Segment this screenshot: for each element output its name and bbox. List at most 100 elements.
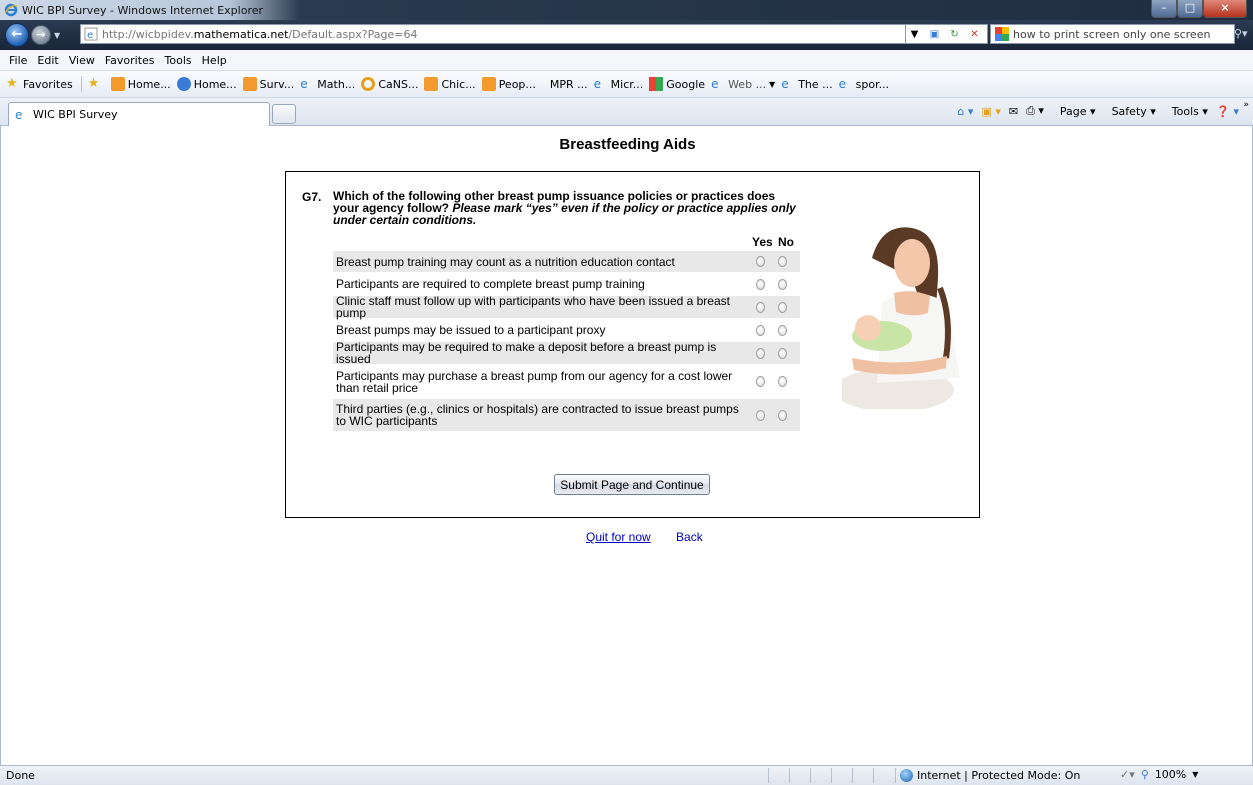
address-field[interactable]: e http://wicbpidev.mathematica.net/Defau… [80, 24, 930, 44]
favorites-bar: ★ Favorites ★ Home... Home... Surv... eM… [0, 71, 1253, 98]
question-text: Which of the following other breast pump… [333, 190, 803, 226]
ie-page-icon: e [300, 77, 308, 91]
protected-mode-icon[interactable]: ✓▾ [1120, 768, 1135, 781]
no-radio[interactable] [778, 256, 787, 267]
chevron-down-icon: ▼ [1192, 770, 1199, 779]
row-label: Breast pump training may count as a nutr… [336, 254, 675, 269]
ie-page-icon: e [15, 107, 23, 122]
favorite-item-cans[interactable]: CaNS... [361, 77, 418, 91]
tab-wic-bpi-survey[interactable]: e WIC BPI Survey [8, 102, 270, 126]
new-tab-button[interactable] [272, 104, 296, 124]
safety-menu[interactable]: Safety ▾ [1104, 105, 1156, 118]
no-radio[interactable] [778, 409, 787, 421]
page-title: Breastfeeding Aids [559, 136, 696, 153]
favorite-item-peop[interactable]: Peop... [481, 77, 536, 91]
table-row: Participants may purchase a breast pump … [333, 364, 800, 399]
table-row: Third parties (e.g., clinics or hospital… [333, 399, 800, 431]
question-number: G7. [302, 190, 322, 204]
recent-pages-dropdown-icon[interactable]: ▼ [54, 31, 60, 40]
zoom-level: 100% [1154, 768, 1187, 781]
no-radio[interactable] [778, 324, 787, 336]
globe-link-icon [176, 77, 191, 91]
no-radio[interactable] [778, 278, 787, 290]
page-menu[interactable]: Page ▾ [1052, 105, 1096, 118]
breastfeeding-mother-photo [842, 218, 968, 409]
back-link[interactable]: Back [676, 530, 703, 544]
help-icon[interactable]: ❓ ▾ [1216, 105, 1239, 118]
favorite-item-math[interactable]: e Math... [300, 77, 355, 91]
favorite-item-surv[interactable]: Surv... [242, 77, 294, 91]
favorite-item-mpr[interactable]: MPR ... [550, 78, 588, 91]
no-radio[interactable] [778, 347, 787, 359]
tab-bar: e WIC BPI Survey ⌂ ▾ ▣ ▾ ✉ ⎙ ▾ Page ▾ Sa… [0, 98, 1253, 126]
minimize-button[interactable]: – [1151, 0, 1177, 18]
yes-radio[interactable] [756, 347, 765, 359]
yes-radio[interactable] [756, 301, 765, 313]
tools-menu[interactable]: Tools ▾ [1164, 105, 1208, 118]
favorite-item-home-1[interactable]: Home... [110, 77, 171, 91]
favorite-item-google[interactable]: Google [649, 77, 705, 91]
yes-radio[interactable] [756, 324, 765, 336]
menu-favorites[interactable]: Favorites [105, 54, 155, 67]
no-radio[interactable] [778, 301, 787, 313]
table-row: Breast pump training may count as a nutr… [333, 251, 800, 272]
table-row: Participants are required to complete br… [333, 272, 800, 296]
table-row: Breast pumps may be issued to a particip… [333, 318, 800, 342]
globe-icon [900, 769, 913, 782]
stop-icon[interactable]: ✕ [966, 29, 983, 40]
menu-view[interactable]: View [69, 54, 95, 67]
web-slice-icon [110, 77, 125, 91]
maximize-button[interactable]: □ [1177, 0, 1203, 18]
refresh-icon[interactable]: ↻ [946, 29, 963, 40]
yes-radio[interactable] [756, 376, 765, 387]
back-arrow-icon[interactable]: ← [5, 23, 29, 47]
home-icon[interactable]: ⌂ ▾ [957, 105, 973, 118]
column-header-no: No [778, 235, 794, 249]
favorite-item-the[interactable]: e The ... [781, 77, 832, 91]
window-title-bar: WIC BPI Survey - Windows Internet Explor… [0, 0, 1253, 20]
menu-help[interactable]: Help [202, 54, 227, 67]
favorite-item-web[interactable]: e Web ... ▼ [711, 77, 775, 91]
menu-bar: File Edit View Favorites Tools Help [0, 50, 1253, 71]
command-bar: ⌂ ▾ ▣ ▾ ✉ ⎙ ▾ Page ▾ Safety ▾ Tools ▾ ❓ … [949, 100, 1249, 118]
favorite-item-chic[interactable]: Chic... [424, 77, 476, 91]
menu-edit[interactable]: Edit [37, 54, 58, 67]
feeds-icon[interactable]: ▣ ▾ [981, 105, 1000, 118]
search-icon[interactable]: ⚲▾ [1234, 27, 1248, 40]
menu-file[interactable]: File [9, 54, 27, 67]
chevron-down-icon: ▼ [769, 79, 776, 89]
row-label: Clinic staff must follow up with partici… [336, 294, 730, 320]
add-favorite-icon: ★ [87, 76, 100, 91]
window-controls: – □ × [1151, 0, 1247, 18]
compatibility-view-icon[interactable]: ▣ [926, 29, 943, 40]
mail-icon[interactable]: ✉ [1009, 105, 1018, 118]
google-icon [995, 27, 1009, 41]
window-title: WIC BPI Survey - Windows Internet Explor… [22, 3, 264, 17]
close-window-button[interactable]: × [1203, 0, 1247, 18]
favorite-item-micr[interactable]: e Micr... [594, 77, 644, 91]
submit-button[interactable]: Submit Page and Continue [554, 474, 710, 495]
zoom-control[interactable]: ✓▾ ⚲ 100% ▼ [1120, 768, 1198, 781]
menu-tools[interactable]: Tools [165, 54, 192, 67]
google-icon [649, 77, 664, 91]
yes-radio[interactable] [756, 256, 765, 267]
favorites-button[interactable]: ★ Favorites [6, 77, 73, 91]
favorite-item-spor[interactable]: e spor... [839, 77, 889, 91]
search-input[interactable]: how to print screen only one screen [990, 24, 1235, 44]
row-label: Third parties (e.g., clinics or hospital… [336, 402, 739, 428]
yes-radio[interactable] [756, 409, 765, 421]
favorite-item-home-2[interactable]: Home... [176, 77, 237, 91]
quit-for-now-link[interactable]: Quit for now [586, 530, 651, 544]
row-label: Participants may purchase a breast pump … [336, 368, 733, 395]
yes-radio[interactable] [756, 278, 765, 290]
dropdown-arrow-icon[interactable]: ▼ [906, 29, 923, 40]
internet-explorer-icon [4, 3, 18, 17]
security-zone[interactable]: Internet | Protected Mode: On [895, 768, 1080, 783]
forward-arrow-icon[interactable]: → [31, 25, 51, 45]
separator [80, 76, 82, 92]
add-to-favorites-bar-icon[interactable]: ★ [88, 77, 105, 91]
print-icon[interactable]: ⎙ ▾ [1026, 104, 1044, 118]
page-content: Breastfeeding Aids G7. Which of the foll… [0, 126, 1253, 765]
no-radio[interactable] [778, 376, 787, 387]
more-commands-icon[interactable]: » [1243, 100, 1249, 110]
